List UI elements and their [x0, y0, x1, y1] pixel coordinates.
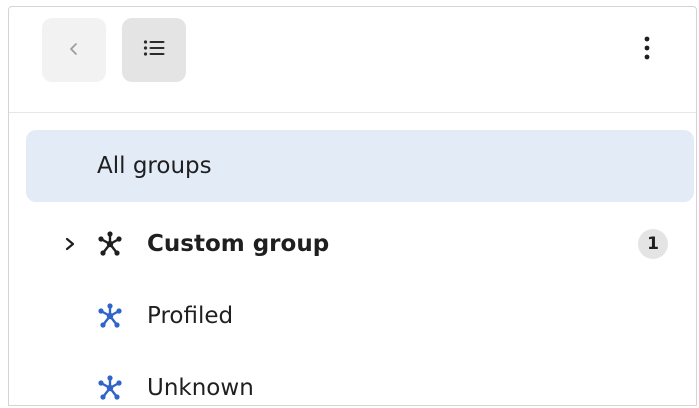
more-menu-button[interactable]: [631, 33, 663, 67]
group-label: Profiled: [147, 303, 234, 329]
groups-panel: All groups Custom group 1 Profiled Unkno…: [8, 6, 697, 406]
group-item-profiled[interactable]: Profiled: [26, 280, 694, 352]
group-cluster-icon: [97, 303, 123, 329]
list-view-button[interactable]: [122, 18, 186, 82]
list-icon: [143, 39, 165, 61]
count-badge: 1: [638, 229, 668, 259]
group-item-custom-group[interactable]: Custom group 1: [26, 208, 694, 280]
group-label: Unknown: [147, 375, 254, 401]
chevron-right-icon[interactable]: [62, 236, 78, 252]
group-label: Custom group: [147, 231, 330, 257]
toolbar: [9, 7, 696, 113]
group-cluster-icon: [97, 375, 123, 401]
chevron-left-icon: [67, 41, 81, 60]
group-item-all-groups[interactable]: All groups: [26, 130, 694, 202]
group-item-unknown[interactable]: Unknown: [26, 352, 694, 405]
group-label: All groups: [97, 153, 212, 179]
group-cluster-icon: [97, 231, 123, 257]
more-vertical-icon: [644, 36, 650, 64]
back-button[interactable]: [42, 18, 106, 82]
